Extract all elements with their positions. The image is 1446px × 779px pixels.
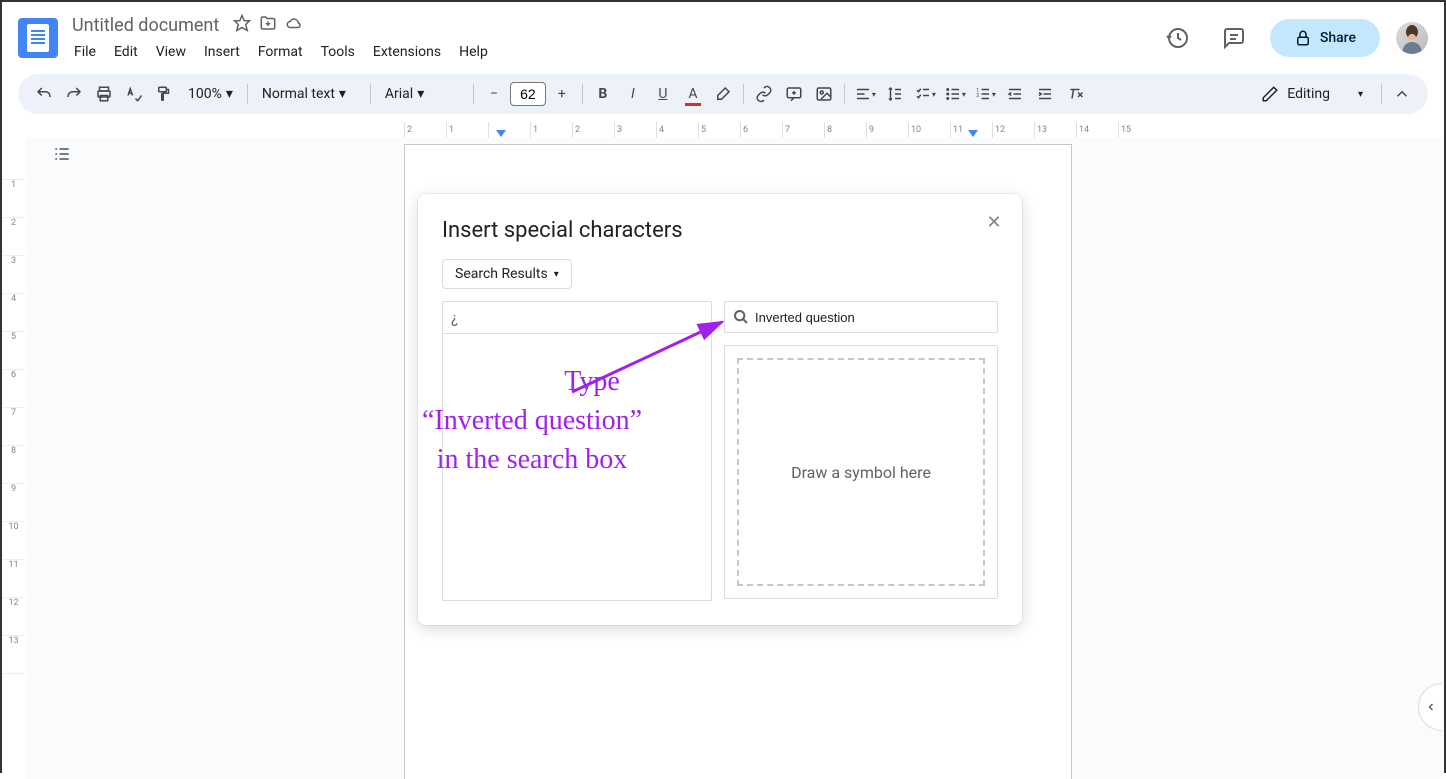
- menu-insert[interactable]: Insert: [196, 40, 248, 64]
- image-button[interactable]: [810, 80, 838, 108]
- chevron-down-icon: ▾: [339, 86, 346, 102]
- menu-edit[interactable]: Edit: [106, 40, 146, 64]
- horizontal-ruler: 21123456789101112131415: [26, 122, 1444, 138]
- chevron-down-icon: ▾: [417, 86, 424, 102]
- share-label: Share: [1320, 30, 1356, 46]
- chevron-down-icon: ▾: [1358, 89, 1363, 100]
- editing-mode-button[interactable]: Editing ▾: [1249, 85, 1375, 103]
- chevron-down-icon: ▾: [226, 86, 233, 102]
- paint-format-button[interactable]: [150, 80, 178, 108]
- character-search-box[interactable]: [724, 301, 998, 333]
- style-select[interactable]: Normal text▾: [254, 80, 364, 108]
- outline-button[interactable]: [46, 138, 78, 170]
- lock-icon: [1294, 29, 1312, 47]
- redo-button[interactable]: [60, 80, 88, 108]
- search-icon: [733, 309, 749, 325]
- vertical-ruler: 12345678910111213: [2, 122, 26, 779]
- text-color-button[interactable]: A: [679, 80, 707, 108]
- app-header: Untitled document File Edit View Insert …: [2, 2, 1444, 66]
- link-button[interactable]: [750, 80, 778, 108]
- star-icon[interactable]: [233, 14, 251, 36]
- undo-button[interactable]: [30, 80, 58, 108]
- indent-decrease-button[interactable]: [1001, 80, 1029, 108]
- draw-placeholder: Draw a symbol here: [737, 358, 985, 586]
- highlight-button[interactable]: [709, 80, 737, 108]
- move-icon[interactable]: [259, 14, 277, 36]
- result-character[interactable]: ¿: [443, 302, 711, 334]
- docs-logo-icon[interactable]: [18, 18, 58, 58]
- font-size-increase[interactable]: +: [548, 80, 576, 108]
- share-button[interactable]: Share: [1270, 19, 1380, 57]
- line-spacing-button[interactable]: [881, 80, 909, 108]
- special-characters-dialog: ✕ Insert special characters Search Resul…: [418, 194, 1022, 625]
- title-area: Untitled document File Edit View Insert …: [66, 13, 1158, 64]
- align-button[interactable]: ▾: [851, 80, 879, 108]
- menu-file[interactable]: File: [66, 40, 104, 64]
- cloud-status-icon[interactable]: [285, 14, 303, 36]
- dialog-title: Insert special characters: [442, 218, 998, 243]
- menu-tools[interactable]: Tools: [313, 40, 363, 64]
- clear-format-button[interactable]: [1061, 80, 1089, 108]
- comment-button[interactable]: [780, 80, 808, 108]
- menu-help[interactable]: Help: [451, 40, 496, 64]
- collapse-toolbar-button[interactable]: [1388, 80, 1416, 108]
- dialog-close-button[interactable]: ✕: [982, 210, 1006, 234]
- document-title[interactable]: Untitled document: [66, 13, 225, 38]
- comments-icon[interactable]: [1214, 18, 1254, 58]
- bulleted-list-button[interactable]: ▾: [941, 80, 969, 108]
- numbered-list-button[interactable]: 12▾: [971, 80, 999, 108]
- underline-button[interactable]: U: [649, 80, 677, 108]
- spellcheck-button[interactable]: [120, 80, 148, 108]
- chevron-down-icon: ▾: [554, 269, 559, 280]
- history-icon[interactable]: [1158, 18, 1198, 58]
- menu-extensions[interactable]: Extensions: [365, 40, 449, 64]
- bold-button[interactable]: B: [589, 80, 617, 108]
- category-dropdown[interactable]: Search Results ▾: [442, 259, 572, 289]
- menu-format[interactable]: Format: [250, 40, 311, 64]
- user-avatar[interactable]: [1396, 22, 1428, 54]
- menu-view[interactable]: View: [148, 40, 194, 64]
- svg-text:2: 2: [976, 93, 979, 99]
- font-select[interactable]: Arial▾: [377, 80, 467, 108]
- font-size-decrease[interactable]: −: [480, 80, 508, 108]
- results-panel: ¿: [442, 301, 712, 601]
- draw-panel[interactable]: Draw a symbol here: [724, 345, 998, 599]
- format-toolbar: 100%▾ Normal text▾ Arial▾ − + B I U A ▾ …: [18, 74, 1428, 114]
- zoom-select[interactable]: 100%▾: [180, 80, 241, 108]
- indent-increase-button[interactable]: [1031, 80, 1059, 108]
- checklist-button[interactable]: ▾: [911, 80, 939, 108]
- search-input[interactable]: [755, 310, 989, 325]
- font-size-input[interactable]: [510, 82, 546, 106]
- menu-bar: File Edit View Insert Format Tools Exten…: [66, 40, 1158, 64]
- pencil-icon: [1261, 85, 1279, 103]
- print-button[interactable]: [90, 80, 118, 108]
- italic-button[interactable]: I: [619, 80, 647, 108]
